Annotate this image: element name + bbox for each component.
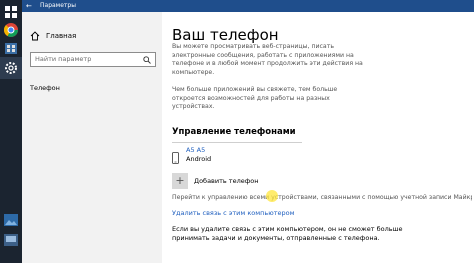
- device-name: A5 A5: [186, 146, 206, 154]
- settings-sidebar: Главная Найти параметр Телефон: [22, 12, 162, 263]
- device-os: Android: [186, 155, 212, 163]
- unlink-warning-text: Если вы удалите связь с этим компьютером…: [172, 225, 403, 243]
- search-icon[interactable]: [143, 56, 151, 64]
- photo-app-icon[interactable]: [3, 212, 19, 228]
- window-titlebar: ← Параметры: [22, 0, 474, 12]
- search-input[interactable]: Найти параметр: [30, 52, 156, 67]
- store-icon[interactable]: [3, 40, 19, 56]
- add-phone-button[interactable]: + Добавить телефон: [172, 173, 259, 189]
- plus-icon: +: [172, 173, 188, 189]
- chrome-icon[interactable]: [3, 22, 19, 38]
- main-content: Ваш телефон Вы можете просматривать веб-…: [162, 12, 474, 263]
- settings-gear-icon[interactable]: [3, 60, 19, 76]
- manage-phones-heading: Управление телефонами: [172, 127, 296, 137]
- window-title: Параметры: [40, 2, 76, 9]
- desktop-app-icon[interactable]: [3, 232, 19, 248]
- page-title: Ваш телефон: [172, 26, 279, 44]
- more-apps-text: Чем больше приложений вы свяжете, тем бо…: [172, 86, 338, 111]
- manage-all-devices-link[interactable]: Перейти к управлению всеми устройствами,…: [172, 194, 472, 201]
- phone-icon: [172, 149, 179, 164]
- add-phone-label: Добавить телефон: [194, 177, 259, 185]
- search-placeholder: Найти параметр: [35, 55, 92, 63]
- mouse-cursor-highlight: [266, 190, 278, 202]
- home-nav-item[interactable]: Главная: [30, 29, 76, 43]
- sidebar-item-phone[interactable]: Телефон: [30, 84, 60, 92]
- home-label: Главная: [46, 32, 77, 40]
- device-entry[interactable]: A5 A5 Android: [172, 142, 302, 164]
- intro-text: Вы можете просматривать веб-страницы, пи…: [172, 43, 363, 76]
- unlink-computer-link[interactable]: Удалить связь с этим компьютером: [172, 209, 295, 217]
- taskbar: [0, 0, 22, 263]
- start-icon[interactable]: [3, 4, 19, 20]
- back-arrow-icon[interactable]: ←: [26, 0, 32, 12]
- home-icon: [30, 31, 40, 41]
